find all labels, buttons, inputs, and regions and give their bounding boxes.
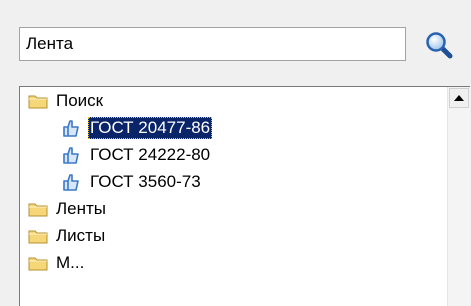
tree-node-label: ГОСТ 3560-73: [90, 171, 201, 191]
search-button[interactable]: [418, 26, 460, 64]
arrow-up-icon: [454, 95, 464, 101]
tree-list: Поиск ГОСТ 20477-86 ГОСТ 24222-80 ГОСТ 3…: [20, 87, 446, 276]
search-input[interactable]: [19, 27, 406, 61]
tree-node-partial[interactable]: М...: [20, 249, 446, 276]
document-hand-icon: [61, 172, 83, 192]
tree-view[interactable]: Поиск ГОСТ 20477-86 ГОСТ 24222-80 ГОСТ 3…: [19, 86, 470, 306]
tree-node-gost-20477[interactable]: ГОСТ 20477-86: [20, 114, 446, 141]
tree-node-label: М...: [56, 252, 85, 272]
document-hand-icon: [61, 118, 83, 138]
folder-icon: [27, 199, 49, 219]
folder-icon: [27, 226, 49, 246]
tree-node-search[interactable]: Поиск: [20, 87, 446, 114]
folder-icon: [27, 91, 49, 111]
scroll-up-button[interactable]: [449, 88, 469, 108]
tree-node-tapes[interactable]: Ленты: [20, 195, 446, 222]
vertical-scrollbar[interactable]: [447, 87, 470, 306]
tree-node-label: ГОСТ 24222-80: [90, 144, 211, 164]
tree-node-label: ГОСТ 20477-86: [88, 116, 213, 139]
tree-node-label: Поиск: [56, 90, 104, 110]
document-hand-icon: [61, 145, 83, 165]
tree-node-gost-3560[interactable]: ГОСТ 3560-73: [20, 168, 446, 195]
tree-node-label: Ленты: [56, 198, 107, 218]
folder-icon: [27, 253, 49, 273]
tree-node-label: Листы: [56, 225, 106, 245]
magnifier-icon: [426, 32, 453, 59]
tree-node-gost-24222[interactable]: ГОСТ 24222-80: [20, 141, 446, 168]
tree-node-sheets[interactable]: Листы: [20, 222, 446, 249]
